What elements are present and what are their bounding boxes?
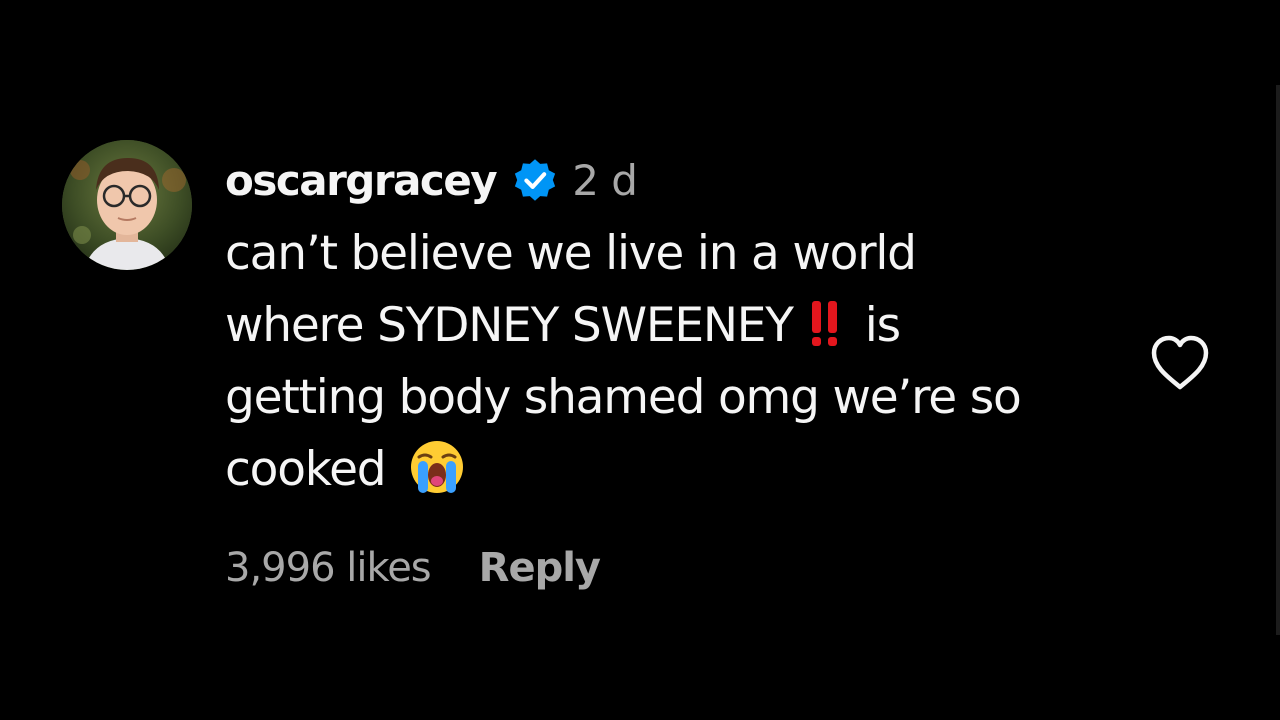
scrollbar-track (1276, 85, 1280, 635)
comment-timestamp[interactable]: 2 d (572, 156, 638, 205)
comment-line: can’t believe we live in a world (225, 226, 917, 281)
comment-header: oscargracey 2 d (225, 150, 1125, 210)
reply-button[interactable]: Reply (479, 545, 601, 591)
verified-badge-icon (515, 159, 556, 201)
avatar[interactable] (62, 140, 192, 270)
comment: oscargracey 2 d can’t believe we live in… (0, 0, 1280, 720)
comment-line: getting body shamed omg we’re so (225, 370, 1022, 425)
loudly-crying-face-icon (411, 441, 464, 493)
comment-line: cooked (225, 434, 1125, 506)
comment-line-part: is (864, 298, 901, 353)
comment-line-part: cooked (225, 442, 387, 497)
comment-text: can’t believe we live in a world where S… (225, 218, 1125, 506)
double-exclamation-icon (811, 301, 837, 346)
comment-footer: 3,996 likes Reply (225, 545, 601, 591)
heart-outline-icon[interactable] (1148, 333, 1212, 393)
comment-line: where SYDNEY SWEENEY is (225, 290, 1125, 362)
comment-body: oscargracey 2 d can’t believe we live in… (225, 150, 1125, 506)
likes-count[interactable]: 3,996 likes (225, 545, 432, 591)
username-link[interactable]: oscargracey (225, 156, 498, 205)
comment-line-part: where SYDNEY SWEENEY (225, 298, 794, 353)
avatar-photo (62, 140, 192, 270)
